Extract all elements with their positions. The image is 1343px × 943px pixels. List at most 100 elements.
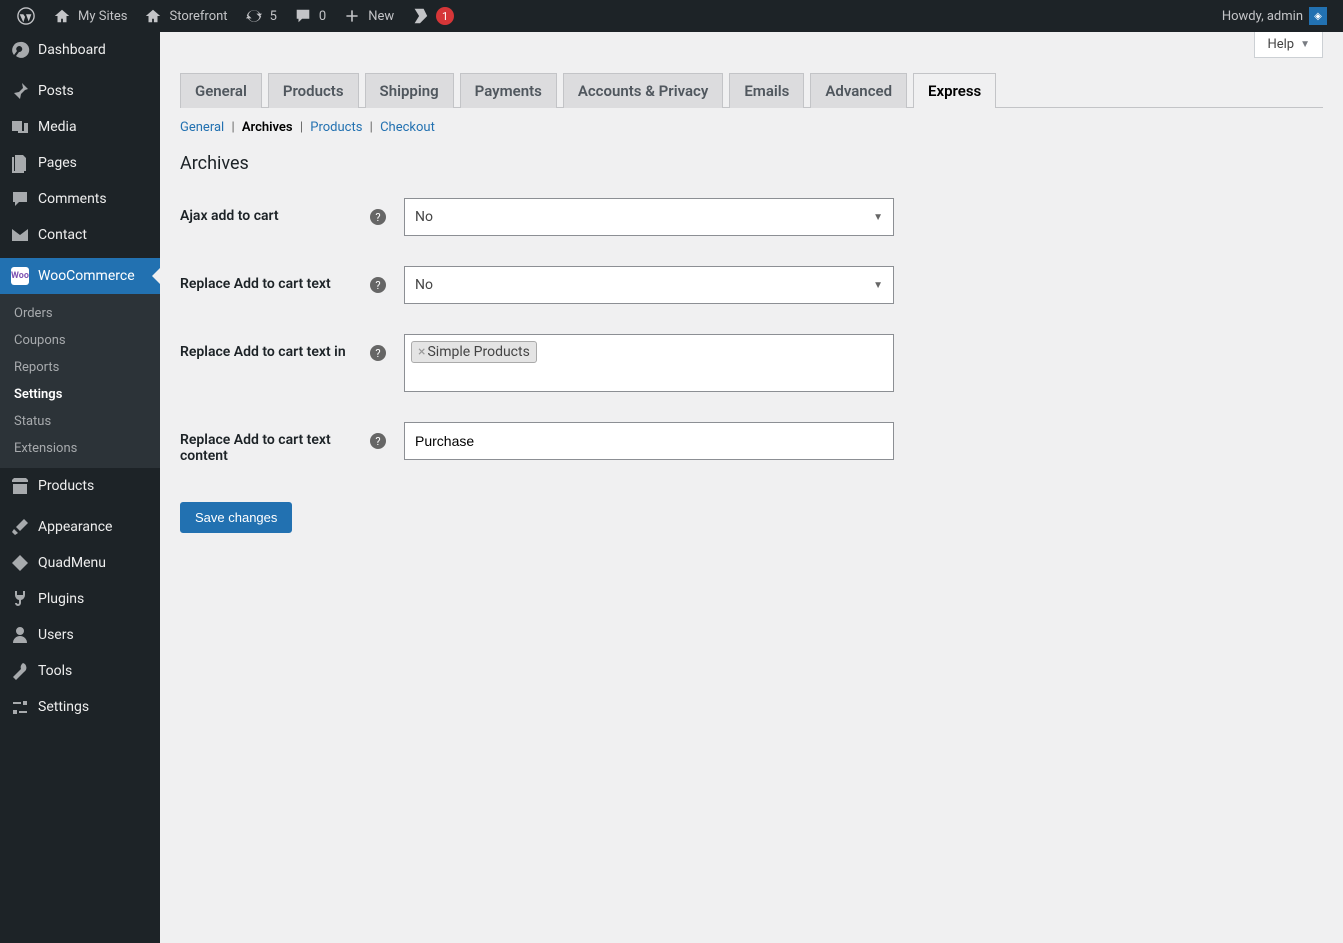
submenu-orders[interactable]: Orders — [0, 300, 160, 327]
submenu-status[interactable]: Status — [0, 408, 160, 435]
help-icon[interactable]: ? — [370, 345, 386, 361]
sidebar-item-appearance[interactable]: Appearance — [0, 509, 160, 545]
comments[interactable]: 0 — [285, 0, 334, 32]
help-icon[interactable]: ? — [370, 209, 386, 225]
remove-chip-icon[interactable]: × — [418, 344, 425, 360]
home-icon — [143, 6, 163, 26]
subnav-checkout[interactable]: Checkout — [380, 120, 435, 135]
tab-shipping[interactable]: Shipping — [365, 73, 454, 108]
tab-advanced[interactable]: Advanced — [810, 73, 907, 108]
sidebar-label: Users — [38, 627, 74, 643]
row-ajax-add-to-cart: Ajax add to cart ? No ▼ — [180, 198, 900, 236]
subnav-products[interactable]: Products — [310, 120, 362, 135]
yoast-badge: 1 — [436, 7, 454, 25]
comments-count: 0 — [319, 9, 326, 24]
chevron-down-icon: ▼ — [873, 280, 883, 291]
wordpress-icon — [16, 6, 36, 26]
new-label: New — [368, 9, 394, 24]
sidebar-item-tools[interactable]: Tools — [0, 653, 160, 689]
submenu-settings[interactable]: Settings — [0, 381, 160, 408]
multiselect-replace-in[interactable]: × Simple Products — [404, 334, 894, 392]
chevron-down-icon: ▼ — [1300, 39, 1310, 50]
user-icon — [10, 625, 30, 645]
sidebar-label: Tools — [38, 663, 72, 679]
sidebar-label: Dashboard — [38, 42, 106, 58]
my-sites-label: My Sites — [78, 9, 127, 24]
sidebar-item-settings[interactable]: Settings — [0, 689, 160, 725]
tab-emails[interactable]: Emails — [729, 73, 804, 108]
subnav-general[interactable]: General — [180, 120, 224, 135]
submenu-coupons[interactable]: Coupons — [0, 327, 160, 354]
sidebar-item-pages[interactable]: Pages — [0, 145, 160, 181]
sidebar-label: Media — [38, 119, 77, 135]
plus-icon — [342, 6, 362, 26]
select-replace-text[interactable]: No ▼ — [404, 266, 894, 304]
my-sites[interactable]: My Sites — [44, 0, 135, 32]
sidebar-item-comments[interactable]: Comments — [0, 181, 160, 217]
sidebar-label: QuadMenu — [38, 555, 106, 571]
sites-icon — [52, 6, 72, 26]
wordpress-logo[interactable] — [8, 0, 44, 32]
comments-icon — [10, 189, 30, 209]
mail-icon — [10, 225, 30, 245]
subnav-archives[interactable]: Archives — [242, 120, 293, 135]
site-name-label: Storefront — [169, 9, 227, 24]
new-content[interactable]: New — [334, 0, 402, 32]
sidebar-label: Comments — [38, 191, 107, 207]
brush-icon — [10, 517, 30, 537]
row-replace-in: Replace Add to cart text in ? × Simple P… — [180, 334, 900, 392]
sidebar-item-media[interactable]: Media — [0, 109, 160, 145]
sidebar-label: Products — [38, 478, 94, 494]
update-icon — [244, 6, 264, 26]
tab-payments[interactable]: Payments — [460, 73, 557, 108]
help-tab[interactable]: Help ▼ — [1254, 32, 1323, 58]
submenu-reports[interactable]: Reports — [0, 354, 160, 381]
label-replace-text: Replace Add to cart text — [180, 266, 370, 292]
sidebar-item-posts[interactable]: Posts — [0, 73, 160, 109]
input-replace-content[interactable] — [404, 422, 894, 460]
row-replace-text: Replace Add to cart text ? No ▼ — [180, 266, 900, 304]
row-replace-content: Replace Add to cart text content ? — [180, 422, 900, 464]
pin-icon — [10, 81, 30, 101]
settings-form: Ajax add to cart ? No ▼ Replace Add to c… — [180, 198, 900, 464]
comment-icon — [293, 6, 313, 26]
select-ajax[interactable]: No ▼ — [404, 198, 894, 236]
chip-simple-products: × Simple Products — [411, 341, 537, 363]
help-icon[interactable]: ? — [370, 433, 386, 449]
tab-accounts[interactable]: Accounts & Privacy — [563, 73, 724, 108]
sliders-icon — [10, 697, 30, 717]
sidebar-item-contact[interactable]: Contact — [0, 217, 160, 253]
sidebar-label: Pages — [38, 155, 77, 171]
tab-products[interactable]: Products — [268, 73, 359, 108]
sidebar-item-quadmenu[interactable]: QuadMenu — [0, 545, 160, 581]
sidebar-item-products[interactable]: Products — [0, 468, 160, 504]
main-content: Help ▼ General Products Shipping Payment… — [160, 32, 1343, 943]
admin-bar: My Sites Storefront 5 0 New 1 Howdy, adm… — [0, 0, 1343, 32]
sidebar-item-users[interactable]: Users — [0, 617, 160, 653]
site-name[interactable]: Storefront — [135, 0, 235, 32]
pages-icon — [10, 153, 30, 173]
sidebar-label: Appearance — [38, 519, 112, 535]
howdy[interactable]: Howdy, admin ◈ — [1214, 0, 1335, 32]
sidebar-item-dashboard[interactable]: Dashboard — [0, 32, 160, 68]
settings-tabs: General Products Shipping Payments Accou… — [180, 72, 1323, 108]
tab-express[interactable]: Express — [913, 73, 996, 108]
sidebar-item-plugins[interactable]: Plugins — [0, 581, 160, 617]
section-title: Archives — [180, 153, 1323, 174]
label-replace-in: Replace Add to cart text in — [180, 334, 370, 360]
submenu-extensions[interactable]: Extensions — [0, 435, 160, 462]
label-replace-content: Replace Add to cart text content — [180, 422, 370, 464]
tab-general[interactable]: General — [180, 73, 262, 108]
plug-icon — [10, 589, 30, 609]
howdy-label: Howdy, admin — [1222, 9, 1303, 24]
help-icon[interactable]: ? — [370, 277, 386, 293]
archive-icon — [10, 476, 30, 496]
woocommerce-icon: Woo — [10, 266, 30, 286]
sidebar-item-woocommerce[interactable]: Woo WooCommerce — [0, 258, 160, 294]
yoast[interactable]: 1 — [402, 0, 462, 32]
help-label: Help — [1267, 37, 1294, 52]
updates-count: 5 — [270, 9, 277, 24]
updates[interactable]: 5 — [236, 0, 285, 32]
save-changes-button[interactable]: Save changes — [180, 502, 292, 533]
sidebar-label: Plugins — [38, 591, 84, 607]
